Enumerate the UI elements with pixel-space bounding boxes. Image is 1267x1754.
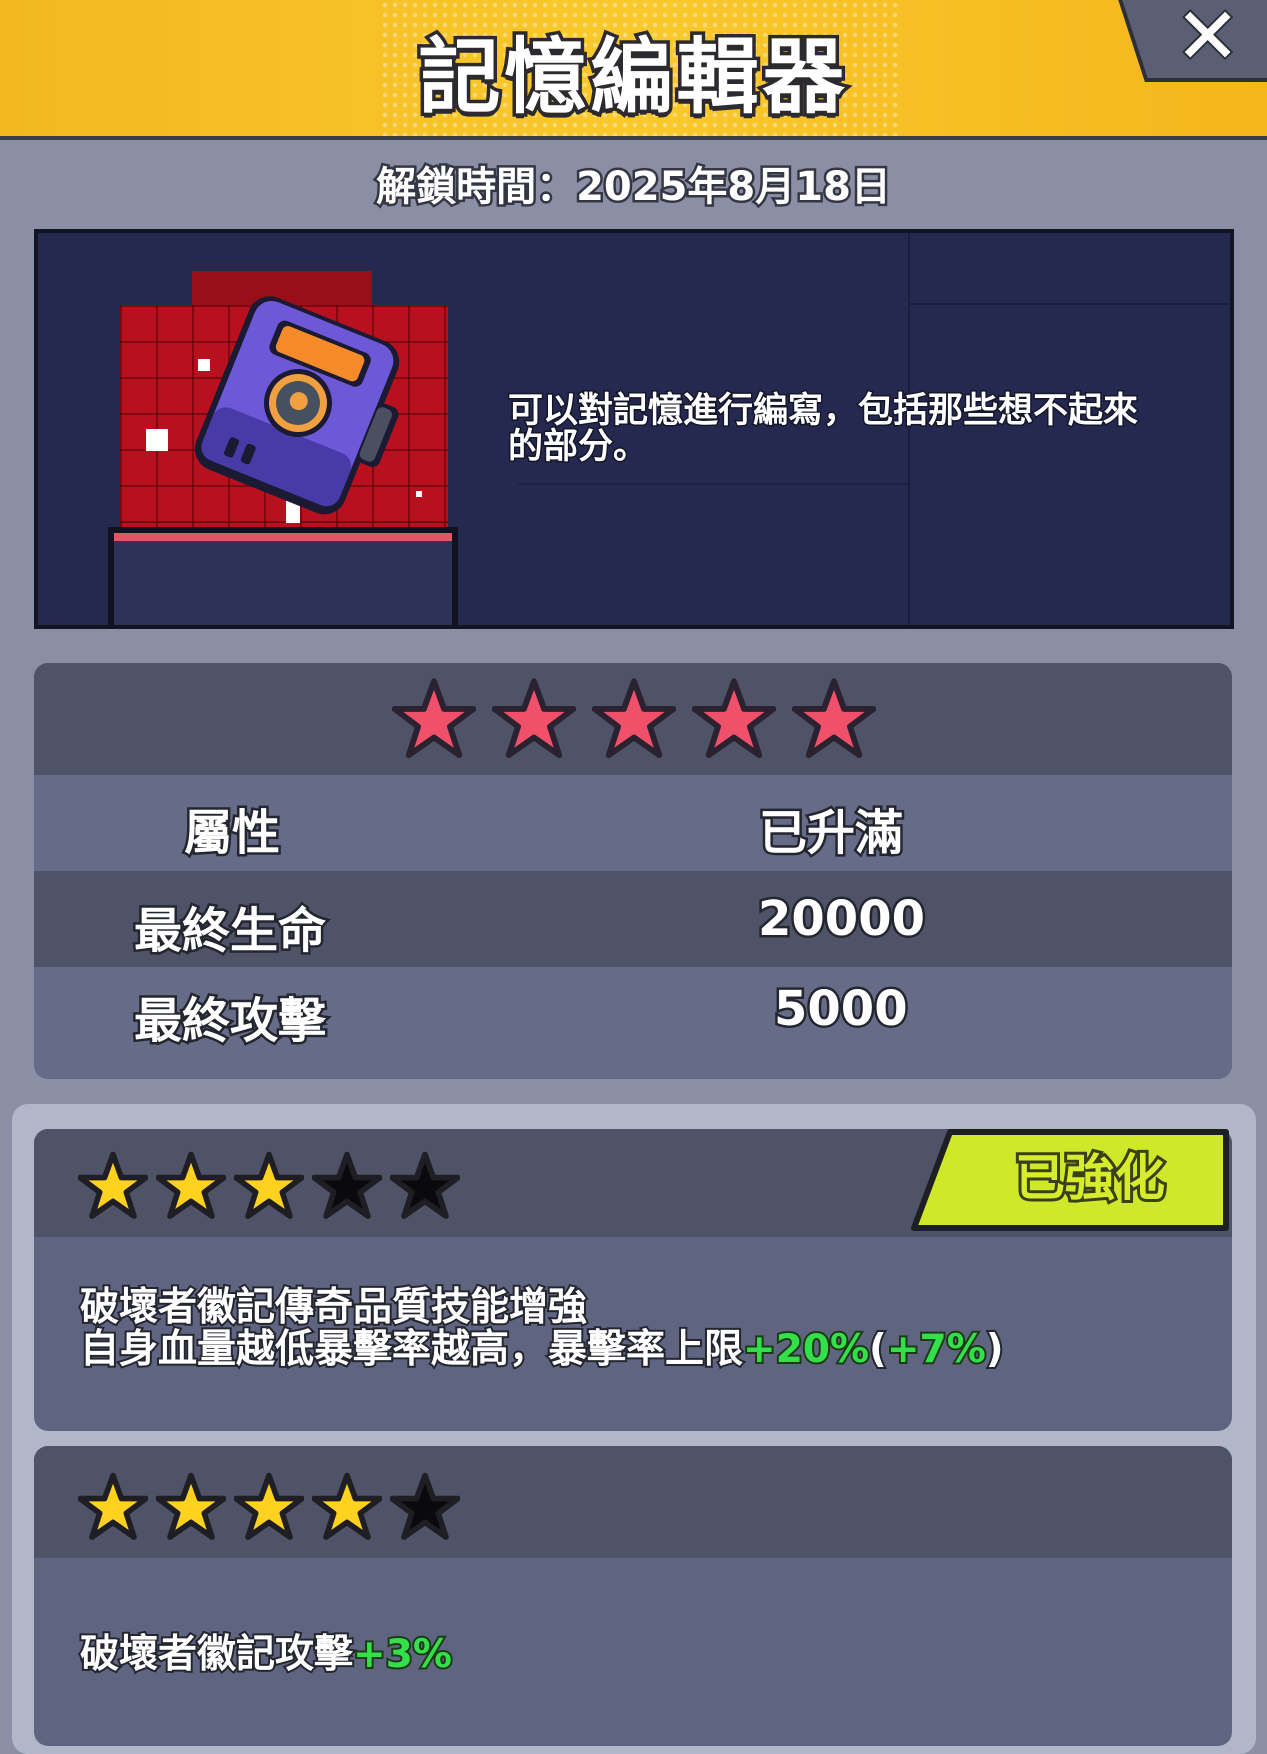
- sparkle-icon: [146, 429, 168, 451]
- item-pedestal: [108, 527, 458, 625]
- bonus-text-part: 自身血量越低暴擊率越高，暴擊率上限: [78, 1327, 745, 1373]
- gold-star-icon: [78, 1151, 148, 1219]
- bonus-card: 破壞者徽記攻擊+3%: [34, 1446, 1232, 1746]
- bonus-value: +3%: [351, 1632, 454, 1678]
- header-bar: 記憶編輯器: [0, 0, 1267, 140]
- bonus-text: 自身血量越低暴擊率越高，暴擊率上限+20%(+7%): [78, 1327, 1006, 1373]
- bonus-text-part: (: [867, 1327, 889, 1373]
- stats-header-value: 已升滿: [756, 803, 905, 864]
- gold-star-icon: [234, 1151, 304, 1219]
- stat-label: 最終攻擊: [131, 991, 328, 1052]
- close-icon[interactable]: ✕: [1173, 0, 1242, 84]
- bonus-value: +20%: [741, 1327, 871, 1373]
- unlock-time: 解鎖時間：2025年8月18日: [374, 162, 894, 213]
- stat-value: 5000: [772, 979, 911, 1040]
- gold-star-icon: [78, 1472, 148, 1540]
- gold-star-icon: [156, 1472, 226, 1540]
- stats-header-label: 屬性: [181, 803, 282, 864]
- item-description-line: 的部分。: [507, 427, 650, 467]
- stat-label: 最終生命: [131, 901, 328, 962]
- stats-header-row: 屬性 已升滿: [34, 775, 1232, 871]
- bonus-text: 破壞者徽記攻擊+3%: [78, 1632, 454, 1678]
- pink-star-icon: [792, 678, 876, 759]
- bonus-text-part: 破壞者徽記攻擊: [78, 1632, 355, 1678]
- star-rating: [34, 663, 1232, 775]
- memory-editor-device-icon: [194, 296, 400, 515]
- item-display-panel: 可以對記憶進行編寫，包括那些想不起來 的部分。: [34, 229, 1234, 629]
- gold-star-icon: [234, 1472, 304, 1540]
- panel-divider: [518, 483, 908, 485]
- pink-star-icon: [392, 678, 476, 759]
- bonus-value: +7%: [885, 1327, 988, 1373]
- stat-row: 最終攻擊 5000: [34, 967, 1232, 1079]
- pink-star-icon: [492, 678, 576, 759]
- empty-star-icon: [390, 1472, 460, 1540]
- item-description-line: 可以對記憶進行編寫，包括那些想不起來: [507, 391, 1140, 431]
- bonus-text-part: ): [984, 1327, 1006, 1373]
- bonus-star-band: [34, 1446, 1232, 1558]
- bonus-text: 破壞者徽記傳奇品質技能增強: [78, 1285, 589, 1331]
- empty-star-icon: [390, 1151, 460, 1219]
- stat-row: 最終生命 20000: [34, 871, 1232, 967]
- panel-divider: [910, 303, 1230, 305]
- stat-value: 20000: [756, 889, 928, 950]
- empty-star-icon: [312, 1151, 382, 1219]
- page-title: 記憶編輯器: [415, 27, 849, 129]
- item-description: 可以對記憶進行編寫，包括那些想不起來 的部分。: [507, 391, 1228, 467]
- pink-star-icon: [692, 678, 776, 759]
- gold-star-icon: [156, 1151, 226, 1219]
- pink-star-icon: [592, 678, 676, 759]
- stats-panel: 屬性 已升滿 最終生命 20000 最終攻擊 5000: [34, 663, 1232, 1079]
- gold-star-icon: [312, 1472, 382, 1540]
- enhanced-badge-label: 已強化: [1012, 1146, 1168, 1210]
